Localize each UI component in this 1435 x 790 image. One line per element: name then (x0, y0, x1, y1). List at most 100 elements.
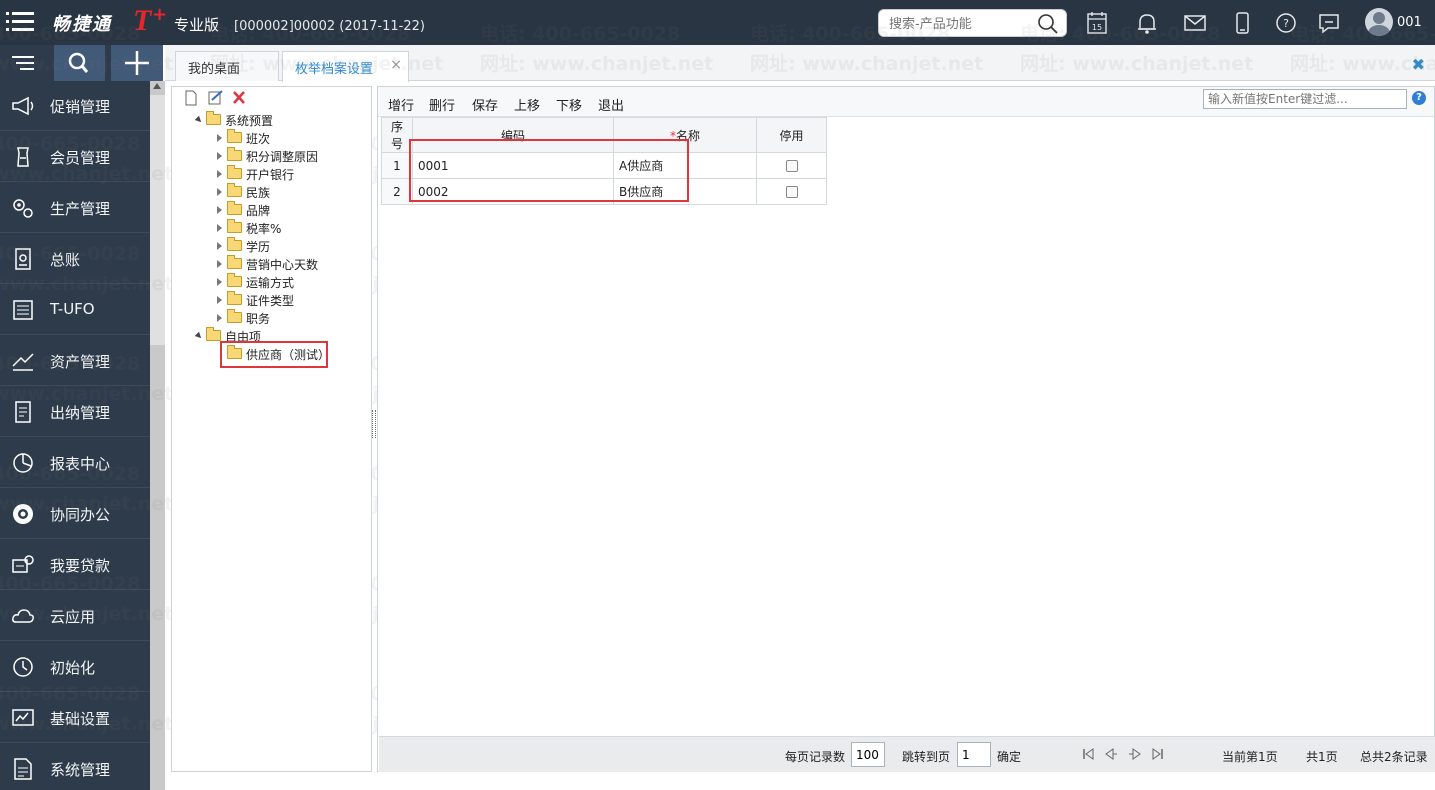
expand-arrow-icon[interactable] (217, 134, 222, 142)
tab-my-desktop[interactable]: 我的桌面 (175, 51, 279, 81)
tree-node-item[interactable]: 民族 (172, 183, 370, 201)
bell-icon[interactable] (1134, 10, 1160, 36)
collapse-arrow-icon[interactable] (194, 115, 204, 125)
total-records: 总共2条记录 (1360, 750, 1428, 764)
folder-icon (206, 111, 221, 125)
nav-item-8[interactable]: 协同办公 (0, 489, 150, 539)
nav-scrollbar[interactable] (150, 81, 165, 790)
tree-node-item[interactable]: 积分调整原因 (172, 147, 370, 165)
tab-enum-archive-settings[interactable]: 枚举档案设置 × (282, 51, 409, 82)
calendar-icon[interactable]: 15 (1084, 10, 1110, 36)
user-name[interactable]: 001 (1397, 15, 1422, 30)
tree-node-item[interactable]: 运输方式 (172, 273, 370, 291)
move-up-button[interactable]: 上移 (514, 95, 540, 114)
tree-node-item[interactable]: 证件类型 (172, 291, 370, 309)
nav-item-0[interactable]: 促销管理 (0, 81, 150, 131)
expand-arrow-icon[interactable] (217, 224, 222, 232)
goto-page-input[interactable] (957, 742, 991, 767)
nav-item-4[interactable]: T-UFO (0, 285, 150, 335)
avatar[interactable] (1365, 8, 1393, 36)
loan-icon (12, 555, 34, 573)
confirm-button[interactable]: 确定 (997, 748, 1021, 765)
per-page-input[interactable] (851, 742, 885, 767)
asset-icon (12, 353, 34, 371)
expand-arrow-icon[interactable] (217, 188, 222, 196)
brand-logo-plus: + (152, 4, 168, 25)
expand-arrow-icon[interactable] (217, 152, 222, 160)
nav-item-13[interactable]: 系统管理 (0, 744, 150, 790)
nav-item-12[interactable]: 基础设置 (0, 693, 150, 743)
tree-node-label: 职务 (246, 312, 271, 326)
expand-arrow-icon[interactable] (217, 242, 222, 250)
delete-row-button[interactable]: 删行 (429, 95, 455, 114)
panel-splitter[interactable] (372, 410, 376, 438)
exit-button[interactable]: 退出 (598, 95, 624, 114)
member-icon (17, 147, 29, 167)
ufo-report-icon (13, 300, 33, 320)
search-icon[interactable] (1037, 13, 1059, 35)
nav-add-icon[interactable] (111, 45, 163, 81)
feedback-icon[interactable] (1316, 10, 1342, 36)
expand-arrow-icon[interactable] (217, 170, 222, 178)
nav-item-5[interactable]: 资产管理 (0, 336, 150, 386)
expand-arrow-icon[interactable] (217, 314, 222, 322)
move-down-button[interactable]: 下移 (556, 95, 582, 114)
close-all-icon[interactable]: ✖ (1412, 55, 1425, 74)
header-seq: 序号 (381, 117, 413, 153)
expand-arrow-icon[interactable] (217, 278, 222, 286)
nav-item-2[interactable]: 生产管理 (0, 183, 150, 233)
tree-node-label: 品牌 (246, 204, 271, 218)
edit-icon[interactable] (208, 90, 223, 105)
nav-item-1[interactable]: 会员管理 (0, 132, 150, 182)
expand-arrow-icon[interactable] (217, 296, 222, 304)
tree-node-item[interactable]: 营销中心天数 (172, 255, 370, 273)
tree-node-system-preset[interactable]: 系统预置 (172, 111, 370, 129)
delete-icon[interactable] (233, 91, 245, 104)
nav-item-11[interactable]: 初始化 (0, 642, 150, 692)
disabled-checkbox[interactable] (785, 186, 798, 198)
add-row-button[interactable]: 增行 (388, 95, 414, 114)
mail-icon[interactable] (1182, 10, 1208, 36)
expand-arrow-icon[interactable] (217, 206, 222, 214)
ledger-icon (15, 248, 31, 270)
tree-node-item[interactable]: 学历 (172, 237, 370, 255)
menu-icon[interactable] (6, 9, 36, 35)
nav-item-label: 生产管理 (50, 200, 111, 218)
nav-item-10[interactable]: 云应用 (0, 591, 150, 641)
nav-item-3[interactable]: 总账 (0, 234, 150, 284)
tree-toolbar (182, 89, 252, 107)
tree-node-item[interactable]: 品牌 (172, 201, 370, 219)
help-circle-icon[interactable]: ? (1273, 10, 1299, 36)
nav-item-7[interactable]: 报表中心 (0, 438, 150, 488)
collapse-arrow-icon[interactable] (194, 331, 204, 341)
close-tab-icon[interactable]: × (390, 57, 402, 73)
tab-bar: 我的桌面 枚举档案设置 × ✖ (165, 45, 1435, 82)
disabled-checkbox[interactable] (785, 160, 798, 172)
help-icon[interactable]: ? (1412, 91, 1426, 105)
tree-node-item[interactable]: 开户银行 (172, 165, 370, 183)
init-clock-icon (13, 657, 33, 677)
last-page-icon[interactable] (1152, 748, 1163, 760)
tree-node-item[interactable]: 职务 (172, 309, 370, 327)
tree-node-item[interactable]: 班次 (172, 129, 370, 147)
mobile-icon[interactable] (1229, 10, 1255, 36)
save-button[interactable]: 保存 (472, 95, 498, 114)
folder-icon (206, 327, 221, 341)
nav-item-6[interactable]: 出纳管理 (0, 387, 150, 437)
filter-input[interactable] (1203, 89, 1407, 109)
collapse-menu-icon[interactable] (0, 45, 48, 81)
svg-text:?: ? (1283, 17, 1289, 30)
nav-item-9[interactable]: 我要贷款 (0, 540, 150, 590)
scrollbar-thumb[interactable] (150, 95, 165, 345)
expand-arrow-icon[interactable] (217, 260, 222, 268)
first-page-icon[interactable] (1083, 748, 1094, 760)
folder-icon (227, 237, 242, 251)
next-page-icon[interactable] (1129, 748, 1141, 760)
nav-search-icon[interactable] (54, 45, 105, 81)
prev-page-icon[interactable] (1105, 748, 1117, 760)
new-file-icon[interactable] (185, 90, 197, 106)
nav-item-label: 初始化 (50, 659, 96, 677)
search-input[interactable] (889, 15, 1039, 33)
tree-node-item[interactable]: 税率% (172, 219, 370, 237)
scroll-up-icon[interactable] (153, 83, 161, 89)
